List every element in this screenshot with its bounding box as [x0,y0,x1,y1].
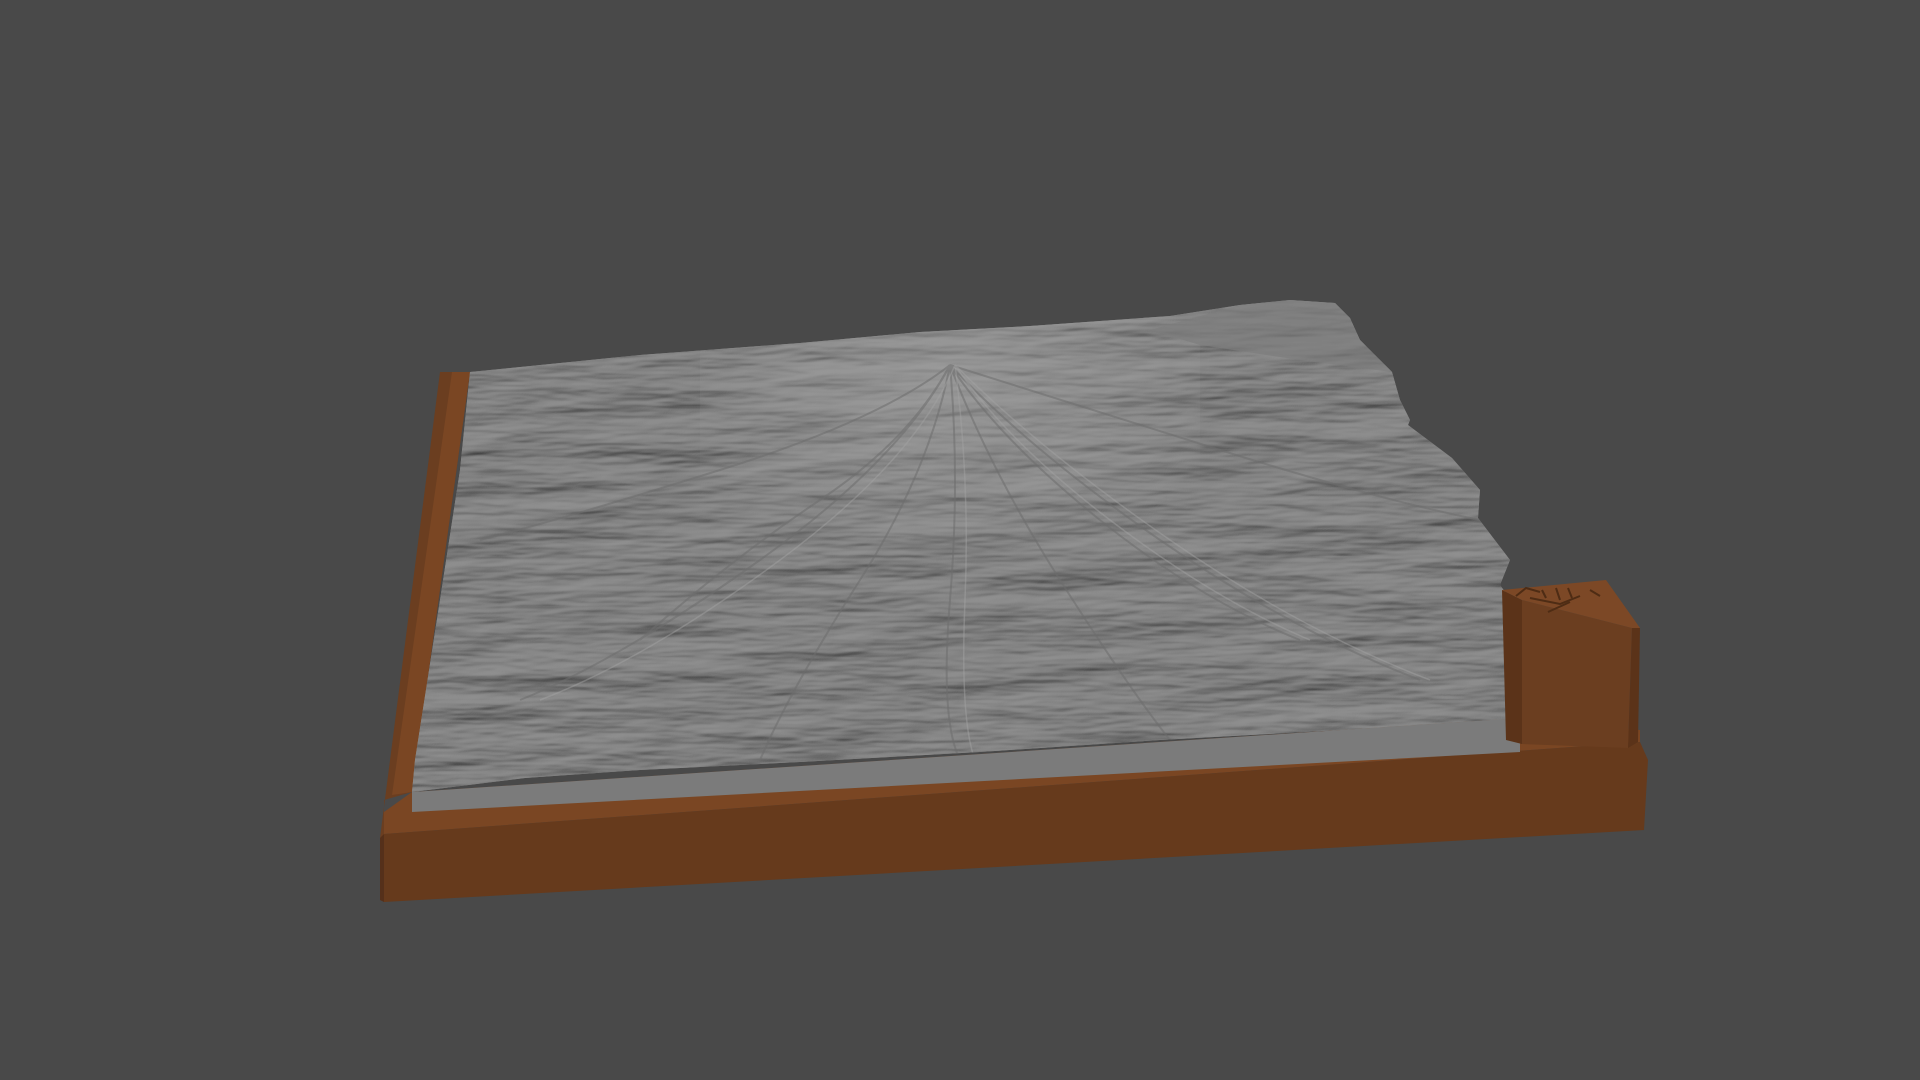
terrain-model-render [380,300,1648,902]
3d-viewport[interactable] [0,0,1920,1080]
